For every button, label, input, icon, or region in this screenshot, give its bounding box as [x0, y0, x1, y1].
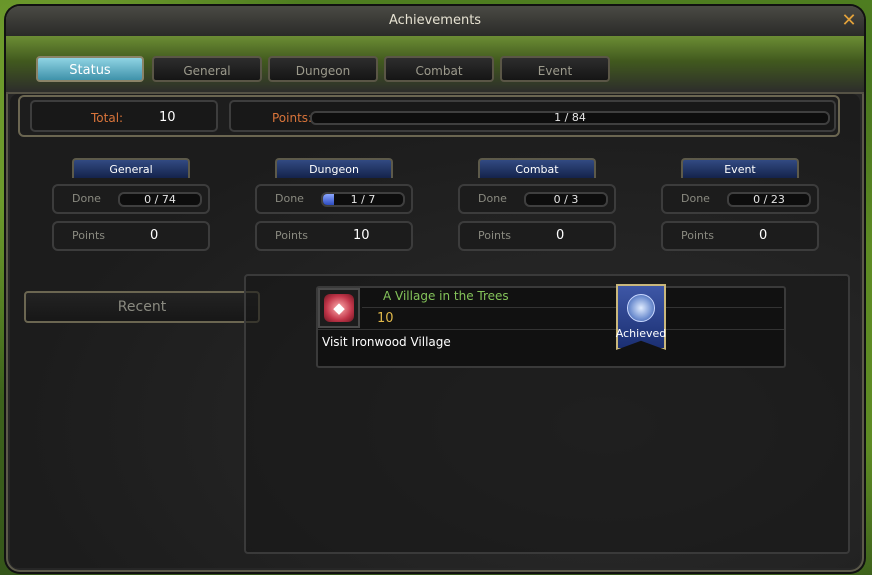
- done-label: Done: [275, 192, 304, 205]
- tab-general[interactable]: General: [152, 56, 262, 82]
- points-row-label: Points: [478, 229, 512, 242]
- category-title: General: [72, 158, 190, 178]
- points-row-label: Points: [275, 229, 309, 242]
- achieved-badge: Achieved: [616, 284, 666, 352]
- tab-event[interactable]: Event: [500, 56, 610, 82]
- done-value: 0 / 74: [144, 193, 176, 206]
- emblem-icon: [627, 294, 655, 322]
- done-row: Done 0 / 23: [661, 184, 819, 214]
- done-label: Done: [681, 192, 710, 205]
- points-row: Points 0: [52, 221, 210, 251]
- points-row-value: 0: [556, 228, 565, 243]
- points-row: Points 0: [458, 221, 616, 251]
- points-value: 1 / 84: [554, 111, 586, 124]
- category-general: General Done 0 / 74 Points 0: [52, 158, 212, 258]
- points-label: Points:: [272, 111, 313, 125]
- done-label: Done: [478, 192, 507, 205]
- recent-button[interactable]: Recent: [24, 291, 260, 323]
- category-dungeon: Dungeon Done 1 / 7 Points 10: [255, 158, 415, 258]
- done-row: Done 1 / 7: [255, 184, 413, 214]
- points-row: Points 0: [661, 221, 819, 251]
- done-row: Done 0 / 3: [458, 184, 616, 214]
- total-label: Total:: [91, 111, 124, 125]
- category-event: Event Done 0 / 23 Points 0: [661, 158, 821, 258]
- points-row-value: 10: [353, 228, 370, 243]
- category-title: Combat: [478, 158, 596, 178]
- total-box: [30, 100, 218, 132]
- tab-dungeon[interactable]: Dungeon: [268, 56, 378, 82]
- done-value: 0 / 23: [753, 193, 785, 206]
- divider: [318, 329, 784, 330]
- achievement-description: Visit Ironwood Village: [322, 335, 451, 349]
- done-label: Done: [72, 192, 101, 205]
- tab-strip: Status General Dungeon Combat Event: [6, 36, 864, 94]
- category-title: Dungeon: [275, 158, 393, 178]
- points-row-label: Points: [681, 229, 715, 242]
- points-row-label: Points: [72, 229, 106, 242]
- category-combat: Combat Done 0 / 3 Points 0: [458, 158, 618, 258]
- dungeon-gem-icon: ◆: [324, 294, 354, 322]
- category-title: Event: [681, 158, 799, 178]
- achievement-icon-frame: ◆: [318, 288, 360, 328]
- done-value: 1 / 7: [350, 193, 376, 206]
- tab-status[interactable]: Status: [36, 56, 144, 82]
- divider: [362, 307, 782, 308]
- close-icon[interactable]: ✕: [840, 12, 858, 30]
- done-value: 0 / 3: [553, 193, 579, 206]
- points-row: Points 10: [255, 221, 413, 251]
- points-row-value: 0: [150, 228, 159, 243]
- done-row: Done 0 / 74: [52, 184, 210, 214]
- window-title: Achievements: [388, 13, 482, 28]
- total-value: 10: [159, 110, 176, 125]
- tab-combat[interactable]: Combat: [384, 56, 494, 82]
- achievement-points: 10: [377, 311, 394, 326]
- achieved-label: Achieved: [615, 327, 667, 340]
- achievement-title: A Village in the Trees: [383, 289, 509, 303]
- window-titlebar[interactable]: Achievements ✕: [6, 6, 864, 37]
- points-row-value: 0: [759, 228, 768, 243]
